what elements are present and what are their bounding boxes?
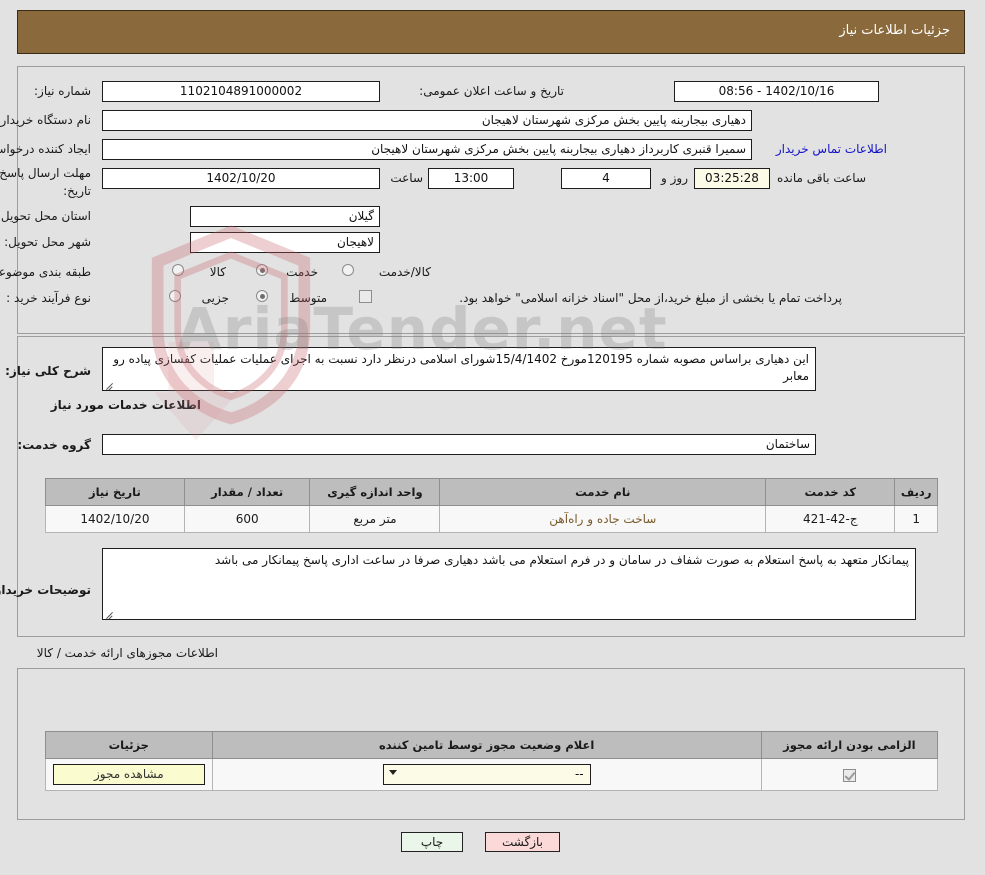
col-unit: واحد اندازه گیری xyxy=(310,478,442,506)
deadline-hour-label: ساعت xyxy=(391,171,424,185)
remaining-days-value: 4 xyxy=(562,168,652,189)
page-title: جزئیات اطلاعات نیاز xyxy=(840,23,951,38)
radio-process-minor[interactable] xyxy=(170,290,182,302)
radio-category-goods-service-label: کالا/خدمت xyxy=(379,265,432,279)
licenses-table: الزامی بودن ارائه مجوز اعلام وضعیت مجوز … xyxy=(46,731,940,791)
checkbox-license-required xyxy=(843,768,857,782)
deadline-label-line2: تاریخ: xyxy=(64,184,92,198)
col-date: تاریخ نیاز xyxy=(46,478,186,506)
checkbox-islamic-treasury[interactable] xyxy=(360,290,373,303)
radio-process-medium[interactable] xyxy=(257,290,269,302)
licenses-table-header-row: الزامی بودن ارائه مجوز اعلام وضعیت مجوز … xyxy=(46,731,940,759)
col-license-required: الزامی بودن ارائه مجوز xyxy=(761,731,940,759)
back-button[interactable]: بازگشت xyxy=(486,832,561,852)
cell-row: 1 xyxy=(895,505,939,533)
remaining-hours-label: ساعت باقی مانده xyxy=(777,171,867,185)
need-summary-textarea[interactable]: این دهیاری براساس مصوبه شماره 120195مورخ… xyxy=(103,347,817,391)
buyer-notes-value: پیمانکار متعهد به پاسخ استعلام به صورت ش… xyxy=(215,553,910,567)
services-table-header-row: ردیف کد خدمت نام خدمت واحد اندازه گیری ت… xyxy=(46,478,939,506)
remaining-days-label: روز و xyxy=(662,171,689,185)
resize-grip-icon[interactable] xyxy=(106,608,116,618)
service-group-label: گروه خدمت: xyxy=(18,438,92,452)
delivery-province-label: استان محل تحویل: xyxy=(0,209,92,223)
buyer-notes-label: توضیحات خریدار: xyxy=(0,583,92,597)
resize-grip-icon[interactable] xyxy=(106,379,116,389)
view-license-button[interactable]: مشاهده مجوز xyxy=(53,764,206,785)
delivery-province-value: گیلان xyxy=(191,206,381,227)
col-license-status: اعلام وضعیت مجوز توسط تامین کننده xyxy=(212,731,763,759)
need-number-label: شماره نیاز: xyxy=(35,84,92,98)
requester-label: ایجاد کننده درخواست: xyxy=(0,142,92,156)
islamic-treasury-text: پرداخت تمام یا بخشی از مبلغ خرید،از محل … xyxy=(460,291,843,305)
need-number-value: 1102104891000002 xyxy=(103,81,381,102)
col-code: کد خدمت xyxy=(766,478,897,506)
services-section-heading: اطلاعات خدمات مورد نیاز xyxy=(51,398,202,412)
cell-unit: متر مربع xyxy=(310,505,442,533)
subject-category-label: طبقه بندی موضوعی: xyxy=(0,265,92,279)
radio-category-service-label: خدمت xyxy=(287,265,319,279)
radio-process-medium-label: متوسط xyxy=(290,291,328,305)
radio-category-service[interactable] xyxy=(257,264,269,276)
cell-qty: 600 xyxy=(184,505,312,533)
buyer-notes-textarea[interactable]: پیمانکار متعهد به پاسخ استعلام به صورت ش… xyxy=(103,548,917,620)
col-name: نام خدمت xyxy=(440,478,768,506)
license-status-value: -- xyxy=(575,767,585,781)
table-row: -- مشاهده مجوز xyxy=(46,758,940,791)
radio-category-goods-label: کالا xyxy=(210,265,227,279)
cell-license-details: مشاهده مجوز xyxy=(46,758,214,791)
requester-value: سمیرا قنبری کاربرداز دهیاری بیجاربنه پای… xyxy=(103,139,753,160)
deadline-label-line1: مهلت ارسال پاسخ: تا xyxy=(0,166,92,180)
licenses-section-title: اطلاعات مجوزهای ارائه خدمت / کالا xyxy=(37,646,219,660)
chevron-down-icon xyxy=(389,770,398,775)
services-table: ردیف کد خدمت نام خدمت واحد اندازه گیری ت… xyxy=(46,478,939,533)
radio-process-minor-label: جزیی xyxy=(202,291,230,305)
table-row: 1 ج-42-421 ساخت جاده و راه‌آهن متر مربع … xyxy=(46,505,939,533)
announce-datetime-label: تاریخ و ساعت اعلان عمومی: xyxy=(420,84,565,98)
col-qty: تعداد / مقدار xyxy=(184,478,312,506)
radio-category-goods-service[interactable] xyxy=(343,264,355,276)
page-title-bar: جزئیات اطلاعات نیاز xyxy=(18,10,966,54)
delivery-city-label: شهر محل تحویل: xyxy=(5,235,92,249)
buyer-contact-link[interactable]: اطلاعات تماس خریدار xyxy=(777,142,888,156)
need-summary-label: شرح کلی نیاز: xyxy=(6,364,92,378)
buyer-org-value: دهیاری بیجاربنه پایین بخش مرکزی شهرستان … xyxy=(103,110,753,131)
buyer-org-label: نام دستگاه خریدار: xyxy=(0,113,92,127)
countdown-timer-value: 03:25:28 xyxy=(695,168,771,189)
service-group-value: ساختمان xyxy=(103,434,817,455)
purchase-process-label: نوع فرآیند خرید : xyxy=(7,291,92,305)
need-summary-value: این دهیاری براساس مصوبه شماره 120195مورخ… xyxy=(114,352,810,383)
cell-code: ج-42-421 xyxy=(766,505,897,533)
col-license-details: جزئیات xyxy=(46,731,214,759)
cell-date: 1402/10/20 xyxy=(46,505,186,533)
cell-license-status: -- xyxy=(212,758,763,791)
radio-category-goods[interactable] xyxy=(173,264,185,276)
print-button[interactable]: چاپ xyxy=(402,832,464,852)
col-row: ردیف xyxy=(895,478,939,506)
deadline-time-value: 13:00 xyxy=(429,168,515,189)
delivery-city-value: لاهیجان xyxy=(191,232,381,253)
cell-name: ساخت جاده و راه‌آهن xyxy=(440,505,768,533)
license-status-select[interactable]: -- xyxy=(383,764,592,785)
deadline-date-value: 1402/10/20 xyxy=(103,168,381,189)
cell-license-required xyxy=(761,758,940,791)
announce-datetime-value: 1402/10/16 - 08:56 xyxy=(675,81,880,102)
